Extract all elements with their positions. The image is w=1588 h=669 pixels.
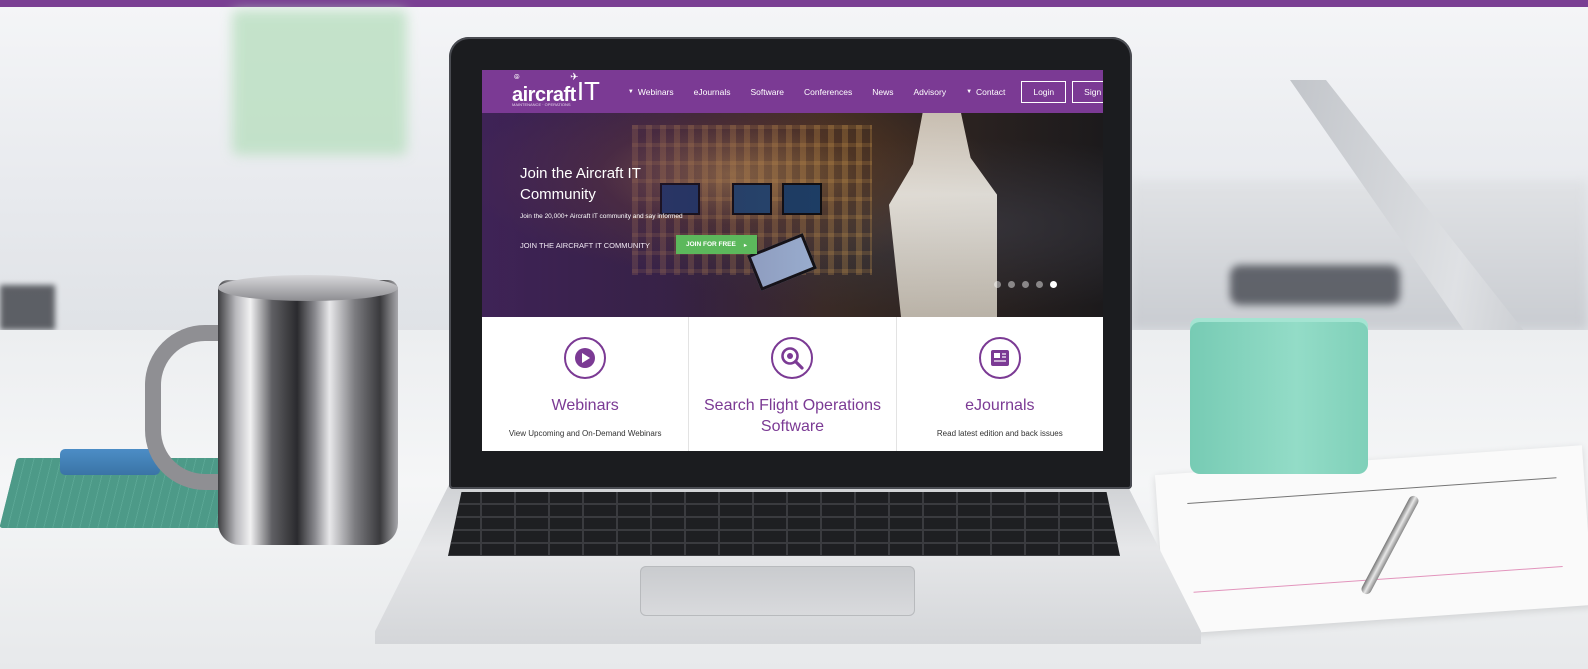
caret-down-icon: ▼ (966, 88, 973, 95)
feature-search-software[interactable]: Search Flight Operations Software (689, 317, 897, 451)
nav-item-conferences[interactable]: Conferences (794, 87, 862, 97)
background-object (1230, 265, 1400, 305)
plane-icon: ✈ (570, 72, 579, 83)
nav-item-news[interactable]: News (862, 87, 903, 97)
nav-item-label: Contact (976, 86, 1006, 97)
hero-title: Join the Aircraft IT Community (520, 165, 641, 203)
nav-item-label: News (872, 86, 894, 97)
site-logo[interactable]: ⦾ aircraft ✈ IT MAINTENANCE · OPERATIONS (512, 72, 600, 107)
carousel-dot[interactable] (994, 281, 1001, 288)
steel-mug (218, 280, 398, 545)
carousel-dot[interactable] (1022, 281, 1029, 288)
carousel-dot[interactable] (1036, 281, 1043, 288)
caret-down-icon: ▼ (627, 88, 634, 95)
arrow-right-icon: ▸ (743, 241, 748, 249)
signal-icon: ⦾ (514, 74, 520, 81)
signup-button[interactable]: Sign Up (1072, 80, 1103, 103)
feature-title: eJournals (965, 397, 1035, 414)
nav-item-advisory[interactable]: Advisory (904, 87, 957, 97)
feature-title: Webinars (551, 397, 619, 414)
play-icon (564, 337, 607, 379)
hero-banner: Join the Aircraft IT Community Join the … (482, 113, 1103, 317)
nav-item-label: Advisory (913, 86, 947, 97)
feature-description: View Upcoming and On-Demand Webinars (508, 429, 662, 438)
mug-rim (218, 275, 398, 301)
laptop-screen: ⦾ aircraft ✈ IT MAINTENANCE · OPERATIONS… (482, 70, 1103, 451)
nav-item-label: Webinars (637, 86, 674, 97)
background-shelf (1130, 180, 1588, 330)
nav-item-contact[interactable]: ▼ Contact (956, 87, 1015, 97)
laptop-trackpad (640, 566, 915, 616)
features-row: Webinars View Upcoming and On-Demand Web… (482, 317, 1103, 451)
nav-item-webinars[interactable]: ▼ Webinars (618, 87, 684, 97)
carousel-dot[interactable] (1008, 281, 1015, 288)
background-plant (232, 10, 407, 155)
journal-icon (978, 337, 1021, 379)
carousel-dot-active[interactable] (1050, 281, 1057, 288)
background-device (0, 285, 55, 330)
nav-item-label: Software (750, 86, 785, 97)
nav-item-software[interactable]: Software (740, 87, 794, 97)
search-icon (771, 337, 814, 379)
login-button[interactable]: Login (1021, 80, 1067, 103)
join-button-label: JOIN FOR FREE (686, 241, 736, 248)
hero-subtitle: Join the 20,000+ Aircraft IT community a… (520, 213, 683, 220)
nav-menu: ▼ Webinars eJournals Software Conference… (618, 80, 1103, 103)
keyboard-rows (448, 492, 1120, 556)
feature-ejournals[interactable]: eJournals Read latest edition and back i… (897, 317, 1103, 451)
logo-suffix: IT (576, 76, 600, 106)
top-accent-bar (0, 0, 1588, 7)
join-for-free-button[interactable]: JOIN FOR FREE ▸ (676, 235, 758, 254)
eraser (60, 449, 160, 475)
feature-title: Search Flight Operations Software (704, 397, 881, 435)
nav-item-label: Conferences (804, 86, 853, 97)
nav-item-ejournals[interactable]: eJournals (684, 87, 741, 97)
hero-cta-text: JOIN THE AIRCRAFT IT COMMUNITY (520, 241, 651, 250)
nav-item-label: eJournals (693, 86, 731, 97)
carousel-dots (994, 281, 1057, 288)
logo-tagline: MAINTENANCE · OPERATIONS (512, 102, 571, 107)
feature-description: Read latest edition and back issues (936, 429, 1063, 438)
site-navbar: ⦾ aircraft ✈ IT MAINTENANCE · OPERATIONS… (482, 70, 1103, 113)
feature-webinars[interactable]: Webinars View Upcoming and On-Demand Web… (482, 317, 690, 451)
mint-speaker (1190, 322, 1368, 474)
